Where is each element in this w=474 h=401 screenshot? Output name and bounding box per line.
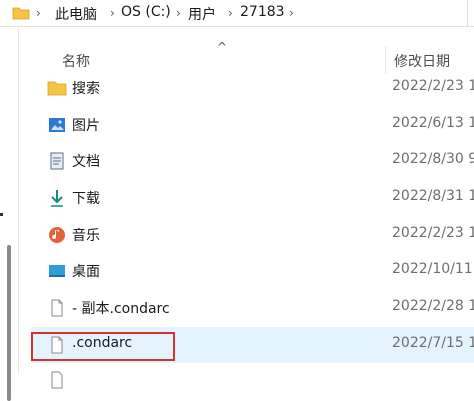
breadcrumb-this-pc[interactable]: 此电脑 xyxy=(55,4,97,24)
item-name: 搜索 xyxy=(72,81,100,97)
breadcrumb-user-folder[interactable]: 27183 xyxy=(240,4,285,20)
breadcrumb-users[interactable]: 用户 xyxy=(188,4,216,24)
item-date: 2022/10/11 xyxy=(392,261,473,277)
documents-icon xyxy=(50,152,64,170)
nav-pane-scrollbar[interactable] xyxy=(7,245,11,401)
column-date-modified[interactable]: 修改日期 xyxy=(394,51,450,71)
file-icon xyxy=(51,371,63,389)
navigation-pane xyxy=(0,27,18,401)
file-icon xyxy=(51,299,63,317)
chevron-right-icon: › xyxy=(36,6,41,20)
sort-ascending-icon: ^ xyxy=(217,40,228,54)
list-item-partial[interactable] xyxy=(31,364,474,389)
list-item[interactable]: 文档 2022/8/30 9 xyxy=(31,143,474,179)
item-name: 下载 xyxy=(72,191,100,207)
item-name: - 副本.condarc xyxy=(72,301,170,317)
list-item[interactable]: 下载 2022/8/31 1 xyxy=(31,180,474,216)
nav-pane-marker xyxy=(0,213,3,216)
column-header: 名称 ^ 修改日期 xyxy=(19,40,474,74)
chevron-right-icon[interactable]: › xyxy=(289,6,294,20)
list-item[interactable]: 音乐 2022/2/23 1 xyxy=(31,217,474,253)
list-item[interactable]: - 副本.condarc 2022/2/28 1 xyxy=(31,290,474,326)
item-date: 2022/8/31 1 xyxy=(392,188,474,204)
music-icon xyxy=(49,227,65,243)
item-date: 2022/7/15 1 xyxy=(392,335,474,351)
list-item[interactable]: 图片 2022/6/13 1 xyxy=(31,107,474,143)
item-date: 2022/2/28 1 xyxy=(392,298,474,314)
item-name: 桌面 xyxy=(72,264,100,280)
annotation-highlight-box xyxy=(31,332,175,361)
address-bar-edge xyxy=(467,0,474,26)
item-date: 2022/2/23 1 xyxy=(392,78,474,94)
item-date: 2022/2/23 1 xyxy=(392,225,474,241)
address-bar[interactable]: › 此电脑 › OS (C:) › 用户 › 27183 › xyxy=(0,0,474,27)
chevron-right-icon: › xyxy=(110,6,115,20)
item-name: 文档 xyxy=(72,154,100,170)
item-name: 音乐 xyxy=(72,228,100,244)
desktop-icon xyxy=(49,265,65,277)
chevron-right-icon: › xyxy=(176,6,181,20)
chevron-right-icon: › xyxy=(228,6,233,20)
downloads-icon xyxy=(51,190,63,207)
item-date: 2022/6/13 1 xyxy=(392,115,474,131)
pane-divider[interactable] xyxy=(18,27,19,374)
column-name[interactable]: 名称 xyxy=(62,51,90,71)
search-folder-icon xyxy=(47,81,67,96)
pictures-icon xyxy=(49,118,65,132)
list-item[interactable]: 桌面 2022/10/11 xyxy=(31,253,474,289)
folder-icon xyxy=(12,7,30,20)
breadcrumb-os-c[interactable]: OS (C:) xyxy=(121,4,171,20)
list-item[interactable]: 搜索 2022/2/23 1 xyxy=(31,70,474,106)
item-name: 图片 xyxy=(72,118,100,134)
item-date: 2022/8/30 9 xyxy=(392,151,474,167)
